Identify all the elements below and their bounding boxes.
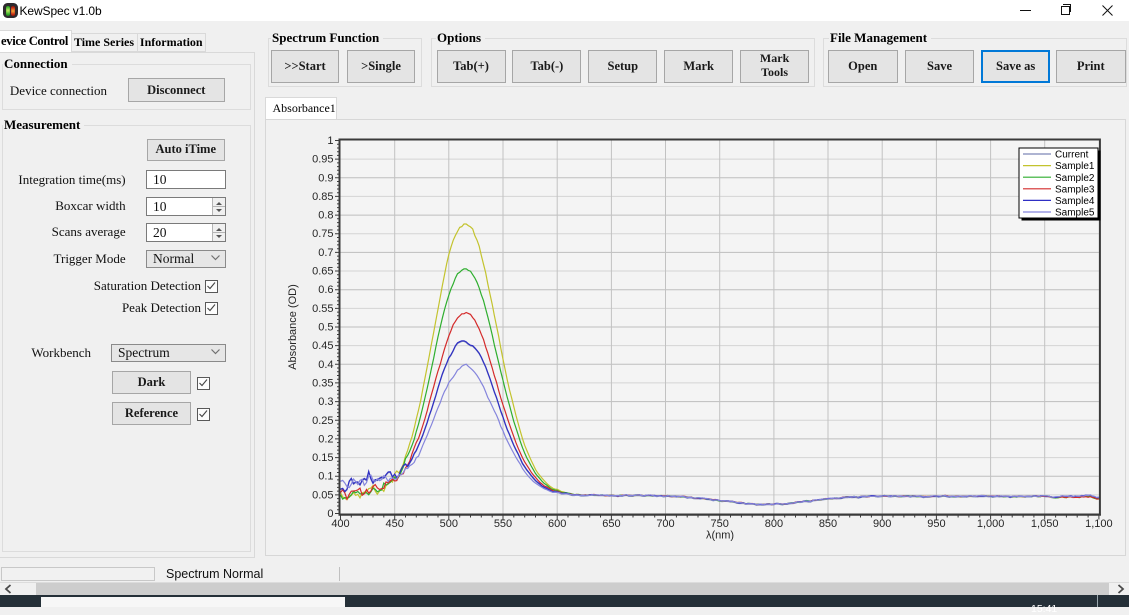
svg-text:0.7: 0.7 [318, 247, 333, 259]
svg-text:0.8: 0.8 [318, 210, 333, 222]
svg-text:0.3: 0.3 [318, 396, 333, 408]
svg-text:900: 900 [873, 518, 891, 530]
svg-text:0.65: 0.65 [312, 266, 333, 278]
svg-text:λ(nm): λ(nm) [706, 530, 734, 542]
svg-text:700: 700 [656, 518, 674, 530]
svg-text:Sample4: Sample4 [1055, 196, 1095, 207]
svg-text:650: 650 [602, 518, 620, 530]
svg-text:0.55: 0.55 [312, 303, 333, 315]
svg-text:0.05: 0.05 [312, 489, 333, 501]
svg-text:0.5: 0.5 [318, 322, 333, 334]
svg-text:0.4: 0.4 [318, 359, 333, 371]
svg-text:1: 1 [327, 135, 333, 147]
svg-text:0.35: 0.35 [312, 377, 333, 389]
svg-text:1,050: 1,050 [1031, 518, 1059, 530]
svg-text:0.45: 0.45 [312, 340, 333, 352]
svg-text:950: 950 [927, 518, 945, 530]
svg-text:550: 550 [494, 518, 512, 530]
svg-text:0.95: 0.95 [312, 154, 333, 166]
svg-text:600: 600 [548, 518, 566, 530]
svg-text:800: 800 [765, 518, 783, 530]
svg-text:0.6: 0.6 [318, 284, 333, 296]
svg-text:Current: Current [1055, 150, 1089, 161]
svg-text:1,000: 1,000 [977, 518, 1005, 530]
svg-text:0.2: 0.2 [318, 433, 333, 445]
svg-text:500: 500 [440, 518, 458, 530]
svg-text:750: 750 [711, 518, 729, 530]
svg-text:0: 0 [327, 508, 333, 520]
svg-text:850: 850 [819, 518, 837, 530]
svg-text:400: 400 [331, 518, 349, 530]
svg-text:1,100: 1,100 [1085, 518, 1113, 530]
svg-text:0.9: 0.9 [318, 172, 333, 184]
svg-text:0.85: 0.85 [312, 191, 333, 203]
svg-text:0.25: 0.25 [312, 415, 333, 427]
svg-text:Sample5: Sample5 [1055, 208, 1095, 219]
svg-text:0.1: 0.1 [318, 471, 333, 483]
svg-text:0.75: 0.75 [312, 228, 333, 240]
svg-text:Absorbance (OD): Absorbance (OD) [287, 284, 299, 370]
svg-text:Sample1: Sample1 [1055, 161, 1095, 172]
svg-text:0.15: 0.15 [312, 452, 333, 464]
svg-text:450: 450 [386, 518, 404, 530]
svg-text:Sample3: Sample3 [1055, 184, 1095, 195]
svg-text:Sample2: Sample2 [1055, 173, 1095, 184]
